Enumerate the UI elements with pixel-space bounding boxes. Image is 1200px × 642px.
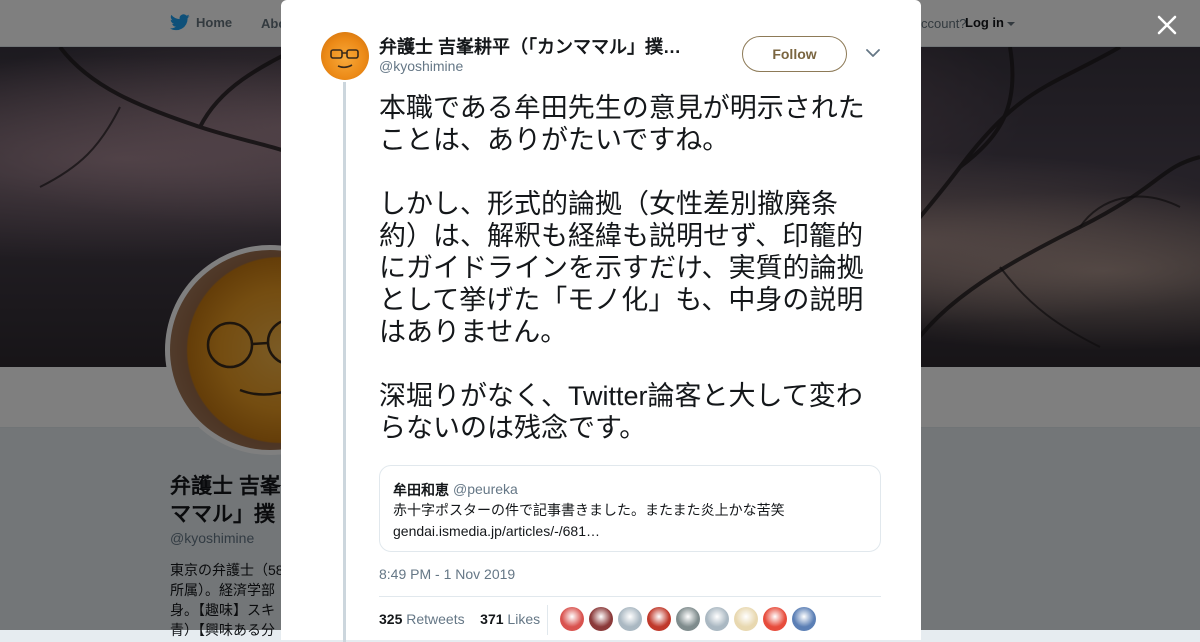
liker-avatar[interactable] <box>734 607 758 631</box>
close-button[interactable] <box>1154 12 1180 38</box>
orange-face-illustration <box>330 49 359 69</box>
author-handle[interactable]: @kyoshimine <box>379 58 463 74</box>
liker-avatar[interactable] <box>763 607 787 631</box>
quoted-author-name: 牟田和恵 <box>393 482 449 498</box>
author-avatar[interactable] <box>321 32 369 80</box>
liker-avatars <box>560 607 816 631</box>
close-icon <box>1157 15 1177 35</box>
liker-avatar[interactable] <box>647 607 671 631</box>
liker-avatar[interactable] <box>618 607 642 631</box>
chevron-down-icon[interactable] <box>866 48 880 58</box>
liker-avatar[interactable] <box>792 607 816 631</box>
liker-avatar[interactable] <box>705 607 729 631</box>
quoted-author-handle: @peureka <box>453 481 518 497</box>
likes-label: Likes <box>507 611 541 627</box>
likes-stat[interactable]: 371 Likes <box>480 611 540 627</box>
author-name[interactable]: 弁護士 吉峯耕平（「カンママル」撲… <box>379 33 699 59</box>
tweet-stats: 325 Retweets 371 Likes <box>379 611 540 627</box>
quoted-tweet[interactable]: 牟田和恵 @peureka 赤十字ポスターの件で記事書きました。またまた炎上かな… <box>379 465 881 552</box>
tweet-text: 本職である牟田先生の意見が明示された ことは、ありがたいですね。 しかし、形式的… <box>379 93 865 443</box>
retweets-stat[interactable]: 325 Retweets <box>379 611 465 627</box>
stats-separator <box>547 605 548 635</box>
liker-avatar[interactable] <box>589 607 613 631</box>
divider <box>379 596 881 597</box>
liker-avatar[interactable] <box>560 607 584 631</box>
retweets-label: Retweets <box>406 611 465 627</box>
tweet-timestamp[interactable]: 8:49 PM - 1 Nov 2019 <box>379 566 515 582</box>
tweet-modal: 弁護士 吉峯耕平（「カンママル」撲… @kyoshimine Follow 本職… <box>281 0 921 642</box>
follow-button[interactable]: Follow <box>742 36 847 72</box>
likes-count: 371 <box>480 611 504 627</box>
retweets-count: 325 <box>379 611 403 627</box>
liker-avatar[interactable] <box>676 607 700 631</box>
thread-line <box>343 82 346 642</box>
quoted-tweet-text: 赤十字ポスターの件で記事書きました。またまた炎上かな苦笑 gendai.isme… <box>393 502 799 539</box>
